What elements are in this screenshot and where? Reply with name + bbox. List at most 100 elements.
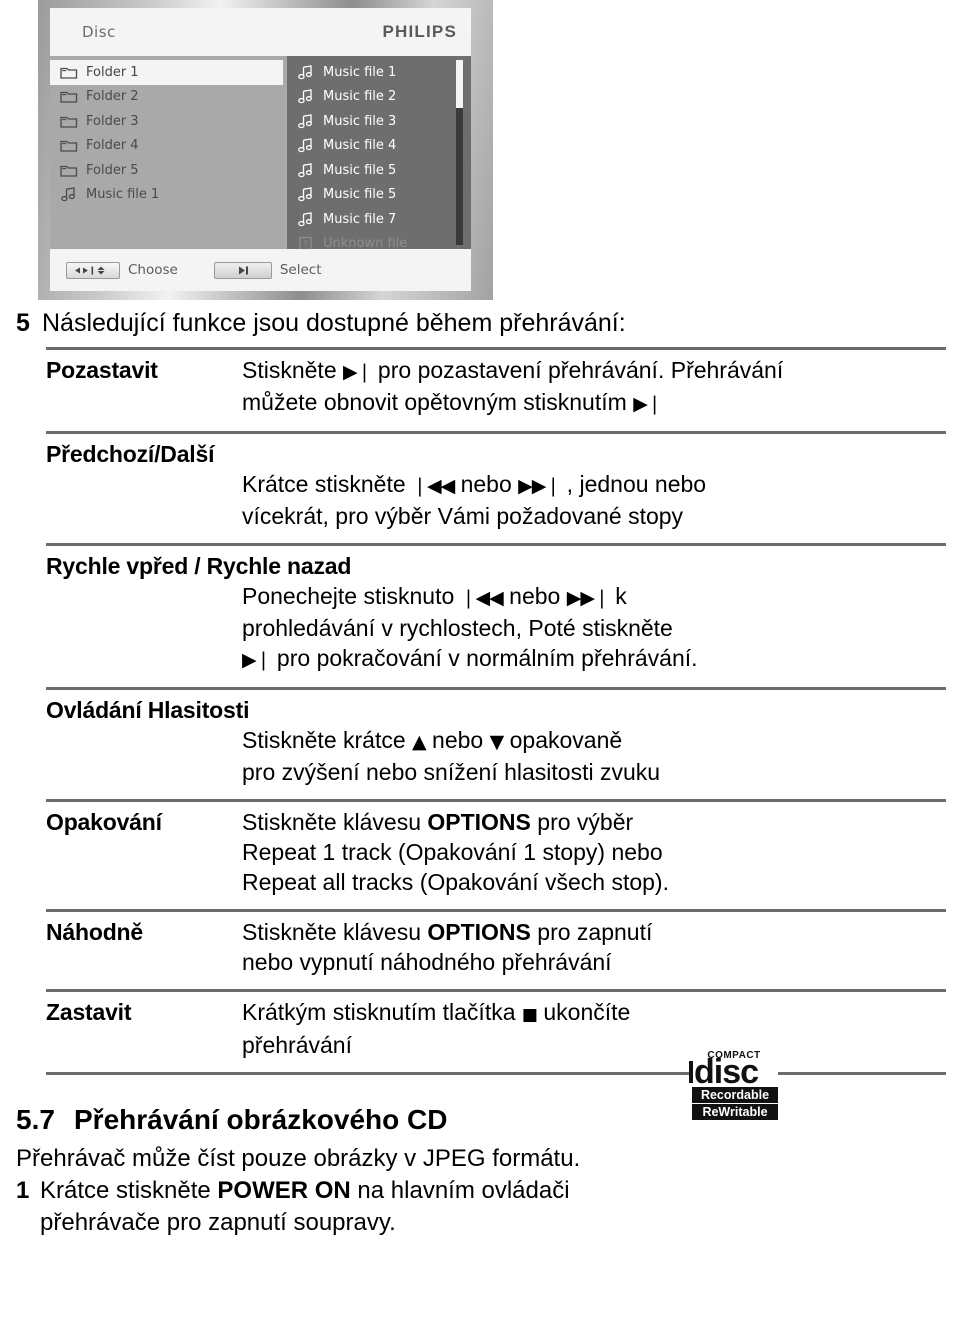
section-intro-text: Přehrávač může číst pouze obrázky v JPEG… <box>16 1145 581 1172</box>
folder-icon <box>60 92 78 103</box>
list-item[interactable]: Music file 7 <box>287 207 471 232</box>
table-row: Pozastavit Stiskněte ▶❘ pro pozastavení p… <box>0 350 960 422</box>
intro-step: 5 Následující funkce jsou dostupné během… <box>0 300 960 338</box>
list-item[interactable]: Music file 3 <box>287 109 471 134</box>
play-pause-glyph-icon <box>238 266 248 274</box>
description-line: můžete obnovit opětovným stisknutím ▶❘ <box>242 389 663 415</box>
music-note-icon <box>298 64 312 80</box>
list-item-label: Folder 2 <box>86 89 139 105</box>
osd-folder-list[interactable]: Folder 1 Folder 2 Folder 3 Folder 4 Folder 5… <box>50 56 287 249</box>
list-item-label: Music file 1 <box>86 187 160 203</box>
music-note-icon <box>298 211 312 227</box>
description-line: Stiskněte klávesu OPTIONS pro zapnutí <box>242 919 653 945</box>
playback-symbol-icon: ▶❘ <box>633 393 663 415</box>
osd-choose-label: Choose <box>128 262 178 278</box>
list-item[interactable]: Music file 4 <box>287 134 471 159</box>
table-row: Rychle vpřed / Rychle nazad Ponechejte st… <box>0 546 960 678</box>
list-item[interactable]: Music file 1 <box>287 60 471 85</box>
svg-text:ReWritable: ReWritable <box>702 1105 767 1119</box>
section-step-continuation: přehrávače pro zapnutí soupravy. <box>40 1209 396 1236</box>
table-rule <box>46 1072 946 1075</box>
section-step-1: 1 Krátce stiskněte POWER ON na hlavním o… <box>16 1175 946 1207</box>
list-item-label: Folder 5 <box>86 162 139 178</box>
function-description: Ponechejte stisknuto ❘◀◀ nebo ▶▶❘ k prohl… <box>46 581 946 675</box>
section-step-number: 1 <box>16 1177 30 1204</box>
list-item-label: Music file 5 <box>323 187 397 203</box>
playback-symbol-icon: ■ <box>521 1005 538 1025</box>
key-name-emphasis: OPTIONS <box>427 809 531 835</box>
osd-footer-hints: Choose Select <box>50 249 471 291</box>
folder-icon <box>60 67 78 79</box>
list-item-label: Music file 4 <box>323 138 397 154</box>
description-line: Stiskněte ▶❘ pro pozastavení přehrávání.… <box>242 357 784 383</box>
description-line: Krátkým stisknutím tlačítka ■ ukončíte <box>242 999 631 1025</box>
description-line: vícekrát, pro výběr Vámi požadované stop… <box>242 503 684 529</box>
playback-symbol-icon: ❘◀◀ <box>412 475 455 497</box>
function-label: Pozastavit <box>46 357 158 383</box>
table-row: Náhodně Stiskněte klávesu OPTIONS pro zap… <box>0 912 960 980</box>
list-item[interactable]: Folder 5 <box>50 158 287 183</box>
section-step-text: Krátce stiskněte POWER ON na hlavním ovl… <box>40 1177 570 1204</box>
description-line: přehrávání <box>242 1032 352 1058</box>
section-title: Přehrávání obrázkového CD <box>74 1104 448 1135</box>
playback-symbol-icon: ▶▶❘ <box>566 587 610 609</box>
list-item-label: Music file 5 <box>323 162 397 178</box>
list-item[interactable]: Folder 4 <box>50 134 287 159</box>
list-item-label: Folder 4 <box>86 138 139 154</box>
description-line: Krátce stiskněte ❘◀◀ nebo ▶▶❘ , jednou n… <box>242 471 707 497</box>
osd-browser-body: Folder 1 Folder 2 Folder 3 Folder 4 Folder 5… <box>50 56 471 251</box>
list-item[interactable]: Folder 2 <box>50 85 287 110</box>
function-description: Stiskněte ▶❘ pro pozastavení přehrávání.… <box>242 355 946 419</box>
svg-text:disc: disc <box>694 1053 758 1091</box>
list-item-label: Music file 7 <box>323 211 397 227</box>
list-item-label: Music file 1 <box>323 64 397 80</box>
osd-scrollbar-thumb[interactable] <box>456 60 463 108</box>
description-line: Repeat 1 track (Opakování 1 stopy) nebo <box>242 839 663 865</box>
intro-step-text: Následující funkce jsou dostupné během p… <box>42 309 626 337</box>
compact-disc-recordable-rewritable-logo: COMPACT disc Recordable ReWritable <box>686 1047 780 1123</box>
playback-symbol-icon: ❘◀◀ <box>460 587 504 609</box>
table-row: Ovládání Hlasitosti Stiskněte krátce ▲ ne… <box>0 690 960 790</box>
function-description: Stiskněte klávesu OPTIONS pro zapnutí neb… <box>242 917 946 977</box>
playback-symbol-icon: ▲ <box>412 731 427 753</box>
table-row: Opakování Stiskněte klávesu OPTIONS pro v… <box>0 802 960 900</box>
function-label: Rychle vpřed / Rychle nazad <box>46 553 352 579</box>
list-item[interactable]: Music file 5 <box>287 183 471 208</box>
osd-titlebar: Disc PHILIPS <box>50 8 471 56</box>
playback-symbol-icon: ▼ <box>489 731 505 753</box>
philips-logo: PHILIPS <box>382 22 457 41</box>
list-item[interactable]: Folder 3 <box>50 109 287 134</box>
function-label: Předchozí/Další <box>46 441 215 467</box>
description-line: Ponechejte stisknuto ❘◀◀ nebo ▶▶❘ k <box>242 583 627 609</box>
function-description: Krátkým stisknutím tlačítka ■ ukončíte př… <box>242 997 946 1060</box>
folder-icon <box>60 165 78 177</box>
description-line: nebo vypnutí náhodného přehrávání <box>242 949 612 975</box>
key-name-emphasis: POWER ON <box>217 1177 351 1204</box>
folder-icon <box>60 141 78 152</box>
function-description: Stiskněte klávesu OPTIONS pro výběr Repea… <box>242 807 946 897</box>
osd-scrollbar[interactable] <box>456 60 463 245</box>
play-pause-key-icon <box>213 261 272 279</box>
list-item[interactable]: Folder 1 <box>50 60 283 85</box>
list-item-label: Folder 1 <box>86 64 139 80</box>
function-label: Ovládání Hlasitosti <box>46 697 250 723</box>
intro-step-number: 5 <box>16 309 30 337</box>
list-item-label: Music file 2 <box>323 89 397 105</box>
description-line: Stiskněte klávesu OPTIONS pro výběr <box>242 809 634 835</box>
music-note-icon <box>298 138 312 153</box>
list-item[interactable]: Music file 2 <box>287 85 471 110</box>
osd-source-title: Disc <box>82 23 116 41</box>
dpad-glyph-icon <box>75 266 105 274</box>
svg-text:Recordable: Recordable <box>701 1088 769 1102</box>
music-note-icon <box>298 113 312 129</box>
music-note-icon <box>298 162 312 178</box>
playback-symbol-icon: ▶▶❘ <box>518 475 561 497</box>
music-note-icon <box>61 187 75 202</box>
list-item[interactable]: Music file 1 <box>50 183 287 208</box>
playback-functions-table: Pozastavit Stiskněte ▶❘ pro pozastavení p… <box>0 347 960 1075</box>
function-label: Zastavit <box>46 999 132 1025</box>
list-item[interactable]: Music file 5 <box>287 158 471 183</box>
osd-screen: Disc PHILIPS Folder 1 Folder 2 Folder 3 Fol… <box>50 8 471 291</box>
music-note-icon <box>298 187 312 202</box>
osd-file-list[interactable]: Music file 1 Music file 2 Music file 3 Musi… <box>287 56 471 251</box>
